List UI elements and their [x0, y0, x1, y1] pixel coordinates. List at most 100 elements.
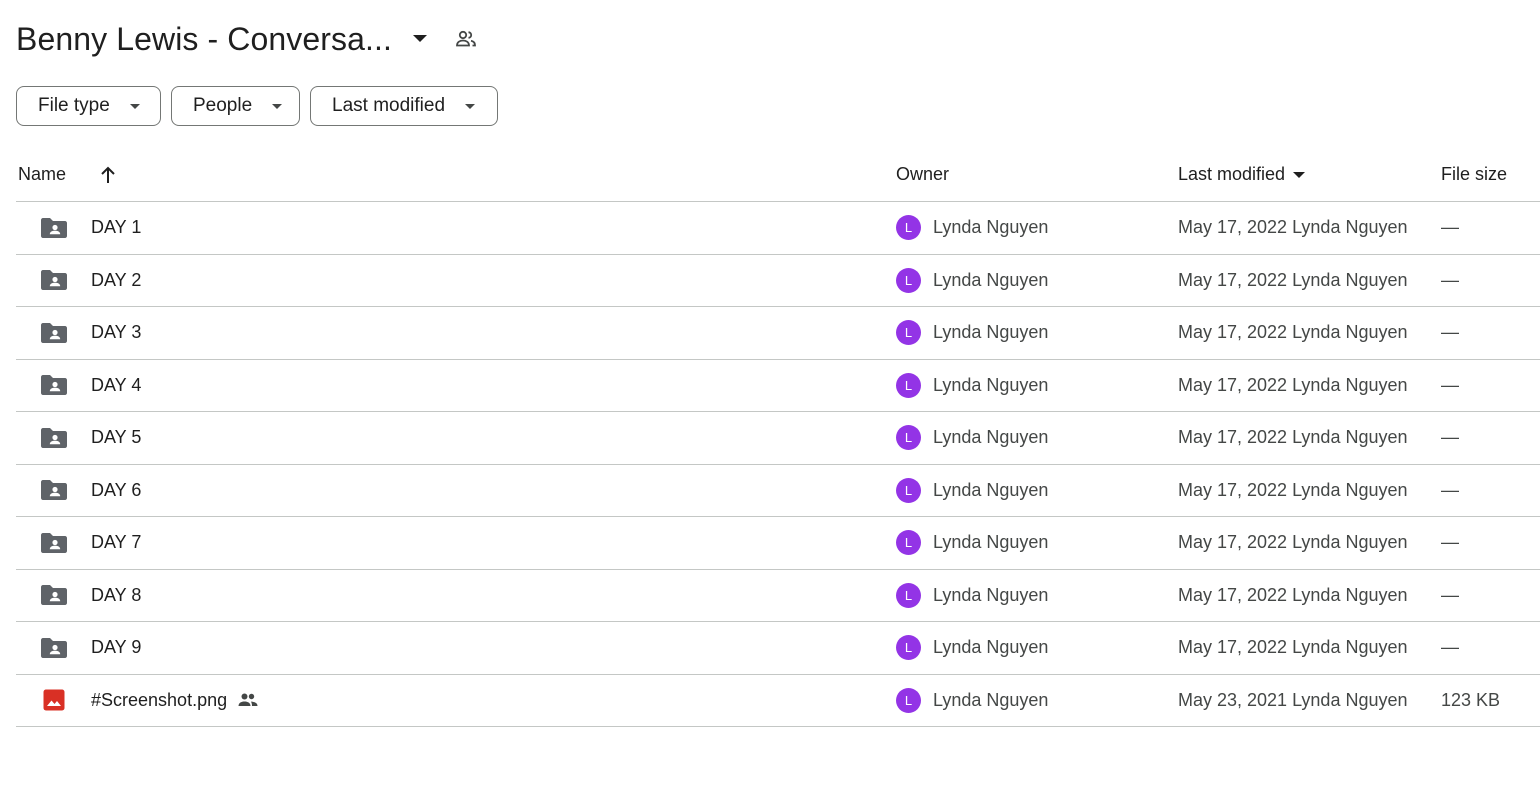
file-name-cell: #Screenshot.png — [91, 675, 259, 727]
file-name: #Screenshot.png — [91, 689, 228, 710]
column-last-modified-label: Last modified — [1178, 164, 1286, 184]
owner-name: Lynda Nguyen — [933, 217, 1049, 238]
last-modified-filter-label: Last modified — [332, 95, 446, 116]
owner-cell: L Lynda Nguyen — [896, 465, 1048, 517]
owner-name: Lynda Nguyen — [933, 479, 1049, 500]
shared-people-icon — [237, 692, 259, 708]
last-modified-cell: May 17, 2022 Lynda Nguyen — [1178, 217, 1408, 238]
owner-cell: L Lynda Nguyen — [896, 675, 1048, 727]
people-icon[interactable] — [448, 21, 484, 57]
file-type-filter-label: File type — [38, 95, 110, 116]
file-name-cell: DAY 1 — [91, 202, 141, 254]
title-row: Benny Lewis - Conversa... — [16, 14, 484, 64]
owner-cell: L Lynda Nguyen — [896, 517, 1048, 569]
table-row[interactable]: DAY 8 L Lynda Nguyen May 17, 2022 Lynda … — [16, 570, 1540, 622]
file-size-cell: — — [1441, 322, 1459, 343]
file-name-cell: DAY 2 — [91, 255, 141, 307]
owner-cell: L Lynda Nguyen — [896, 570, 1048, 622]
last-modified-cell: May 17, 2022 Lynda Nguyen — [1178, 479, 1408, 500]
avatar: L — [896, 267, 921, 293]
file-size-cell: — — [1441, 374, 1459, 395]
file-name: DAY 7 — [91, 532, 142, 553]
table-body: DAY 1 L Lynda Nguyen May 17, 2022 Lynda … — [16, 202, 1540, 727]
last-modified-cell: May 17, 2022 Lynda Nguyen — [1178, 374, 1408, 395]
caret-down-icon — [129, 103, 140, 109]
column-file-size[interactable]: File size — [1441, 148, 1507, 201]
file-name: DAY 4 — [91, 374, 142, 395]
last-modified-filter[interactable]: Last modified — [310, 86, 498, 126]
table-row[interactable]: DAY 5 L Lynda Nguyen May 17, 2022 Lynda … — [16, 412, 1540, 465]
avatar: L — [896, 635, 921, 661]
file-name: DAY 3 — [91, 322, 142, 343]
file-name: DAY 8 — [91, 584, 142, 605]
avatar: L — [896, 372, 921, 398]
owner-name: Lynda Nguyen — [933, 427, 1049, 448]
shared-folder-icon — [40, 517, 68, 569]
file-name: DAY 5 — [91, 427, 142, 448]
file-name: DAY 2 — [91, 269, 142, 290]
owner-cell: L Lynda Nguyen — [896, 622, 1048, 674]
file-size-cell: — — [1441, 637, 1459, 658]
file-size-cell: — — [1441, 584, 1459, 605]
file-size-cell: — — [1441, 269, 1459, 290]
table-row[interactable]: DAY 3 L Lynda Nguyen May 17, 2022 Lynda … — [16, 307, 1540, 360]
file-name-cell: DAY 3 — [91, 307, 141, 359]
last-modified-cell: May 17, 2022 Lynda Nguyen — [1178, 637, 1408, 658]
file-name: DAY 1 — [91, 217, 142, 238]
table-row[interactable]: DAY 4 L Lynda Nguyen May 17, 2022 Lynda … — [16, 360, 1540, 412]
folder-title[interactable]: Benny Lewis - Conversa... — [16, 21, 392, 58]
owner-name: Lynda Nguyen — [933, 689, 1049, 710]
chevron-down-icon[interactable] — [404, 23, 436, 55]
file-name: DAY 6 — [91, 479, 142, 500]
table-header: Name Owner Last modified File size — [16, 148, 1540, 202]
last-modified-cell: May 17, 2022 Lynda Nguyen — [1178, 322, 1408, 343]
table-row[interactable]: #Screenshot.png L Lynda Nguyen May 23, 2… — [16, 675, 1540, 727]
table-row[interactable]: DAY 9 L Lynda Nguyen May 17, 2022 Lynda … — [16, 622, 1540, 675]
column-name[interactable]: Name — [18, 148, 66, 201]
avatar: L — [896, 425, 921, 451]
shared-folder-icon — [40, 202, 68, 254]
owner-cell: L Lynda Nguyen — [896, 360, 1048, 412]
drive-folder-view: Benny Lewis - Conversa... File type Peop… — [0, 0, 1540, 799]
file-name-cell: DAY 4 — [91, 360, 141, 412]
shared-folder-icon — [40, 622, 68, 674]
table-row[interactable]: DAY 1 L Lynda Nguyen May 17, 2022 Lynda … — [16, 202, 1540, 255]
column-owner[interactable]: Owner — [896, 148, 949, 201]
file-name-cell: DAY 9 — [91, 622, 141, 674]
shared-folder-icon — [40, 307, 68, 359]
last-modified-cell: May 23, 2021 Lynda Nguyen — [1178, 689, 1408, 710]
people-filter[interactable]: People — [171, 86, 300, 126]
file-type-filter[interactable]: File type — [16, 86, 161, 126]
people-filter-label: People — [193, 95, 253, 116]
file-size-cell: 123 KB — [1441, 689, 1501, 710]
file-size-cell: — — [1441, 532, 1459, 553]
owner-name: Lynda Nguyen — [933, 322, 1049, 343]
owner-name: Lynda Nguyen — [933, 532, 1049, 553]
avatar: L — [896, 215, 921, 241]
owner-cell: L Lynda Nguyen — [896, 412, 1048, 464]
table-row[interactable]: DAY 6 L Lynda Nguyen May 17, 2022 Lynda … — [16, 465, 1540, 517]
file-name-cell: DAY 8 — [91, 570, 141, 622]
owner-name: Lynda Nguyen — [933, 637, 1049, 658]
owner-cell: L Lynda Nguyen — [896, 307, 1048, 359]
arrow-up-icon[interactable] — [96, 148, 120, 201]
file-list: Name Owner Last modified File size DAY 1… — [16, 148, 1540, 727]
table-row[interactable]: DAY 2 L Lynda Nguyen May 17, 2022 Lynda … — [16, 255, 1540, 307]
image-file-icon — [40, 675, 68, 727]
shared-folder-icon — [40, 570, 68, 622]
owner-name: Lynda Nguyen — [933, 269, 1049, 290]
last-modified-cell: May 17, 2022 Lynda Nguyen — [1178, 269, 1408, 290]
avatar: L — [896, 530, 921, 556]
file-size-cell: — — [1441, 479, 1459, 500]
avatar: L — [896, 477, 921, 503]
caret-down-icon — [272, 103, 283, 109]
avatar: L — [896, 687, 921, 713]
owner-cell: L Lynda Nguyen — [896, 202, 1048, 254]
last-modified-cell: May 17, 2022 Lynda Nguyen — [1178, 427, 1408, 448]
shared-folder-icon — [40, 465, 68, 517]
table-row[interactable]: DAY 7 L Lynda Nguyen May 17, 2022 Lynda … — [16, 517, 1540, 570]
avatar: L — [896, 320, 921, 346]
file-name: DAY 9 — [91, 637, 142, 658]
shared-folder-icon — [40, 360, 68, 412]
column-last-modified[interactable]: Last modified — [1178, 148, 1306, 201]
